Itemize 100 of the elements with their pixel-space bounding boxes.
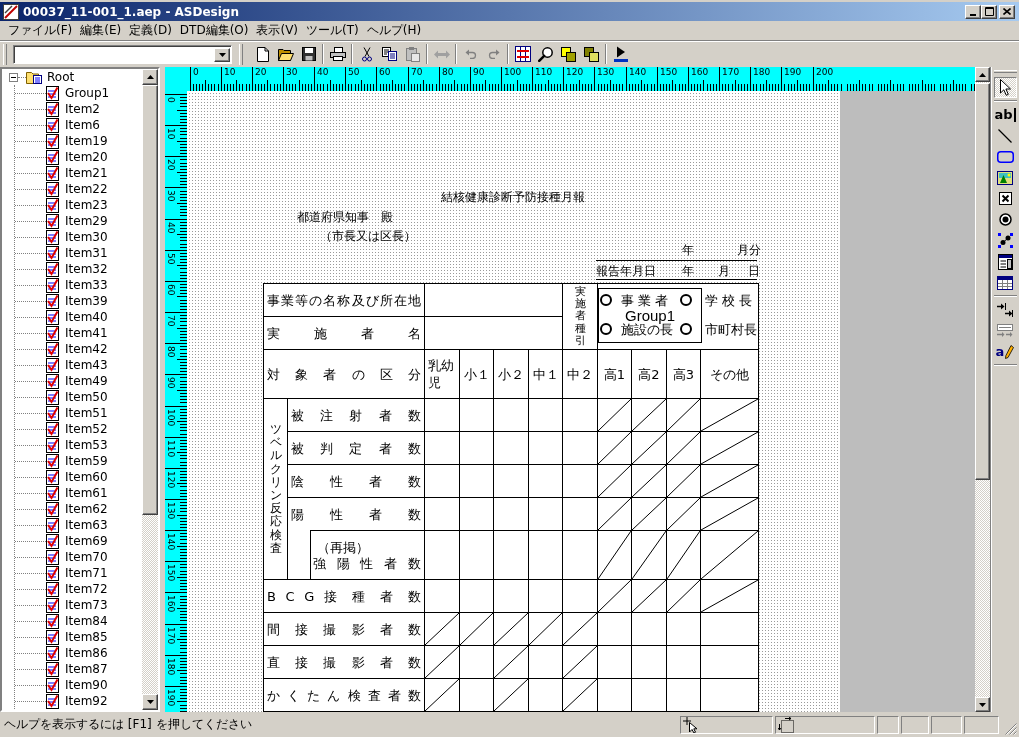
column-header: 小１	[460, 350, 493, 398]
tree-item[interactable]: Item72	[46, 581, 109, 597]
tree-item[interactable]: Item22	[46, 181, 109, 197]
up-arrow-icon[interactable]	[146, 75, 154, 79]
tree-item[interactable]: Group1	[46, 85, 111, 101]
combo-box[interactable]	[13, 44, 232, 64]
menu-item[interactable]: 編集(E)	[76, 22, 126, 39]
menu-item[interactable]: ファイル(F)	[4, 22, 77, 39]
tree-item[interactable]: Item39	[46, 293, 109, 309]
date-label: 報告年月日	[596, 264, 656, 278]
tree-item[interactable]: Item40	[46, 309, 109, 325]
scrollbar[interactable]	[142, 69, 158, 710]
tree-item[interactable]: Item32	[46, 261, 109, 277]
tree-item[interactable]: Item20	[46, 149, 109, 165]
checked-page-icon	[46, 293, 59, 309]
pointer-icon[interactable]	[999, 79, 1011, 96]
cursor-icon	[683, 716, 699, 733]
down-arrow-icon[interactable]	[146, 700, 154, 704]
scrollbar-thumb[interactable]	[142, 85, 158, 515]
menu-item[interactable]: 定義(D)	[125, 22, 176, 39]
tree-item[interactable]: Item71	[46, 565, 109, 581]
status-pane	[964, 715, 999, 734]
text-cursor-icon[interactable]	[1013, 107, 1016, 122]
down-arrow-icon[interactable]	[979, 702, 986, 707]
scrollbar-thumb[interactable]	[975, 83, 990, 480]
tree-item[interactable]: Item42	[46, 341, 109, 357]
radio-option: 学 校 長	[680, 290, 758, 310]
checked-page-icon	[46, 165, 59, 181]
scroll-up-button[interactable]	[975, 67, 990, 82]
folder-icon	[26, 70, 42, 84]
tree-item[interactable]: Item62	[46, 501, 109, 517]
tree-item[interactable]: Item31	[46, 245, 109, 261]
date-label: 月分	[737, 243, 761, 257]
tree-item[interactable]: Item61	[46, 485, 109, 501]
checked-page-icon	[46, 565, 59, 581]
menu-item[interactable]: ヘルプ(H)	[362, 22, 426, 39]
scroll-down-button[interactable]	[975, 697, 990, 712]
tool-button[interactable]	[993, 77, 1017, 98]
tree-item[interactable]: Item21	[46, 165, 109, 181]
tree-item[interactable]: Item90	[46, 677, 109, 693]
scroll-up-button[interactable]	[142, 69, 158, 85]
tree-item[interactable]: Root	[26, 70, 76, 84]
row-header: B C G 接 種 者 数	[264, 580, 424, 612]
resize-icon	[778, 716, 794, 733]
tree-item[interactable]: Item19	[46, 133, 109, 149]
down-arrow-icon[interactable]	[218, 52, 226, 57]
tree-item[interactable]: Item86	[46, 645, 109, 661]
diagonal-line-icon[interactable]	[998, 128, 1012, 143]
tree-item[interactable]: Item51	[46, 405, 109, 421]
tree-item[interactable]: Item49	[46, 373, 109, 389]
close-button[interactable]	[999, 4, 1015, 19]
tree-item[interactable]: Item84	[46, 613, 109, 629]
tree-item[interactable]: Item85	[46, 629, 109, 645]
up-arrow-icon[interactable]	[979, 72, 986, 77]
checked-page-icon	[46, 469, 59, 485]
row-header: 実 施 者 名	[264, 317, 424, 349]
tree-item[interactable]: Item63	[46, 517, 109, 533]
scroll-down-button[interactable]	[142, 694, 158, 710]
tool-button[interactable]: ab	[993, 104, 1017, 125]
row-header: 被 判 定 者 数	[288, 432, 424, 464]
scissors-icon[interactable]	[361, 46, 372, 62]
tree-item[interactable]: Item92	[46, 693, 109, 709]
addressee-text: 都道府県知事 殿	[297, 210, 393, 224]
row-header: 陽 性 者 数	[288, 498, 424, 530]
blank-page-icon[interactable]	[256, 46, 269, 62]
tree-item[interactable]: Item60	[46, 469, 109, 485]
minimize-icon[interactable]	[970, 13, 976, 16]
radio-button-icon[interactable]	[998, 213, 1012, 226]
tree-item[interactable]: Item43	[46, 357, 109, 373]
dropdown-button[interactable]	[214, 47, 230, 62]
pencil-icon[interactable]	[1005, 344, 1015, 359]
tree-item[interactable]: Item23	[46, 197, 109, 213]
tree-item[interactable]: Item2	[46, 101, 101, 117]
minus-box-icon[interactable]	[9, 72, 18, 82]
tree-item[interactable]: Item29	[46, 213, 109, 229]
checked-page-icon	[46, 613, 59, 629]
menu-item[interactable]: DTD編集(O)	[175, 22, 253, 39]
checkbox-icon[interactable]	[998, 192, 1012, 205]
tree-item[interactable]: Item70	[46, 549, 109, 565]
scrollbar[interactable]	[975, 67, 990, 712]
minimize-button[interactable]	[965, 4, 981, 19]
tree-item[interactable]: Item50	[46, 389, 109, 405]
tree-item[interactable]: Item30	[46, 229, 109, 245]
tree-item[interactable]: Item52	[46, 421, 109, 437]
vertical-label: ツベルクリン反応検査	[269, 423, 282, 555]
tree-item[interactable]: Item87	[46, 661, 109, 677]
close-icon[interactable]	[1003, 8, 1011, 15]
menu-item[interactable]: 表示(V)	[252, 22, 303, 39]
tree-item[interactable]: Item33	[46, 277, 109, 293]
tool-button[interactable]: a	[993, 341, 1017, 362]
column-header: 高2	[632, 350, 666, 398]
checked-page-icon	[46, 213, 59, 229]
tree-item[interactable]: Item6	[46, 117, 101, 133]
checked-page-icon	[46, 421, 59, 437]
tree-item[interactable]: Item41	[46, 325, 109, 341]
tree-item[interactable]: Item73	[46, 597, 109, 613]
tree-item[interactable]: Item69	[46, 533, 109, 549]
tree-item[interactable]: Item59	[46, 453, 109, 469]
menu-item[interactable]: ツール(T)	[302, 22, 363, 39]
tree-item[interactable]: Item53	[46, 437, 109, 453]
